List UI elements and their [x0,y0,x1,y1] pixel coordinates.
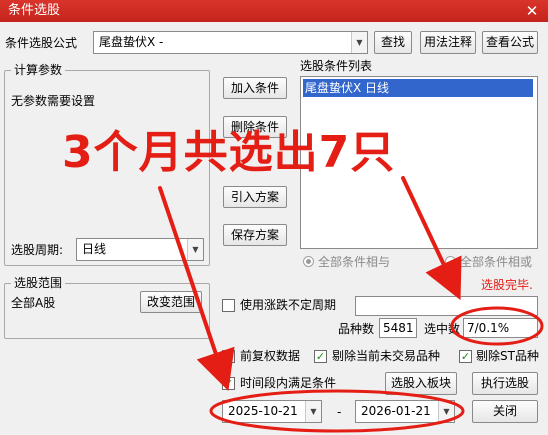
range-group: 选股范围 全部A股 改变范围 [4,275,210,339]
period-combo[interactable]: 日线 ▼ [76,238,204,261]
time-range-label: 时间段内满足条件 [240,376,337,390]
close-icon[interactable]: ✕ [524,0,540,22]
chevron-down-icon[interactable]: ▼ [438,401,454,422]
title-bar: 条件选股 ✕ [0,0,548,22]
hit-value: 7/0.1% [463,318,538,338]
params-group: 计算参数 无参数需要设置 选股周期: 日线 ▼ [4,62,210,266]
find-button[interactable]: 查找 [374,31,412,54]
time-range-checkbox[interactable]: ✓ [222,377,235,390]
exclude-untraded-checkbox[interactable]: ✓ [314,350,327,363]
formula-label: 条件选股公式 [5,36,78,50]
start-date-value: 2025-10-21 [228,404,298,418]
add-to-block-button[interactable]: 选股入板块 [385,372,457,395]
condition-list[interactable]: 尾盘蛰伏X 日线 [300,76,538,249]
date-separator: - [337,405,342,419]
window-title: 条件选股 [8,3,61,18]
pre-adjust-checkbox[interactable]: ✓ [222,350,235,363]
formula-combo[interactable]: 尾盘蛰伏X - ▼ [93,31,368,54]
and-label: 全部条件相与 [318,255,391,269]
chevron-down-icon[interactable]: ▼ [351,32,367,53]
remove-condition-button[interactable]: 删除条件 [223,116,287,138]
add-condition-button[interactable]: 加入条件 [223,77,287,99]
and-radio[interactable] [303,256,314,267]
view-formula-button[interactable]: 查看公式 [482,31,538,54]
execute-button[interactable]: 执行选股 [472,372,538,395]
count-label: 品种数 [338,322,375,336]
range-group-title: 选股范围 [11,275,66,291]
formula-combo-value: 尾盘蛰伏X - [99,35,164,49]
chevron-down-icon[interactable]: ▼ [187,239,203,260]
period-label: 选股周期: [11,243,64,257]
exclude-untraded-label: 剔除当前未交易品种 [332,349,441,363]
period-value: 日线 [82,242,107,256]
range-value: 全部A股 [11,296,56,310]
limit-period-checkbox[interactable] [222,299,235,312]
usage-notes-button[interactable]: 用法注释 [420,31,476,54]
count-value: 5481 [379,318,417,338]
or-label: 全部条件相或 [460,255,533,269]
end-date-picker[interactable]: 2026-01-21 ▼ [355,400,455,423]
end-date-value: 2026-01-21 [361,404,431,418]
condition-list-title: 选股条件列表 [300,59,373,73]
list-item[interactable]: 尾盘蛰伏X 日线 [303,79,533,97]
limit-period-label: 使用涨跌不定周期 [240,298,337,312]
status-text: 选股完毕. [481,278,533,292]
params-group-title: 计算参数 [11,62,66,78]
save-plan-button[interactable]: 保存方案 [223,224,287,246]
limit-period-input[interactable] [355,296,538,316]
chevron-down-icon[interactable]: ▼ [305,401,321,422]
change-range-button[interactable]: 改变范围 [140,291,202,313]
exclude-st-label: 剔除ST品种 [476,349,539,363]
hit-label: 选中数 [424,322,461,336]
pre-adjust-label: 前复权数据 [240,349,301,363]
or-radio[interactable] [445,256,456,267]
import-plan-button[interactable]: 引入方案 [223,186,287,208]
exclude-st-checkbox[interactable]: ✓ [459,350,472,363]
start-date-picker[interactable]: 2025-10-21 ▼ [222,400,322,423]
params-message: 无参数需要设置 [11,94,96,108]
close-button[interactable]: 关闭 [472,400,538,423]
